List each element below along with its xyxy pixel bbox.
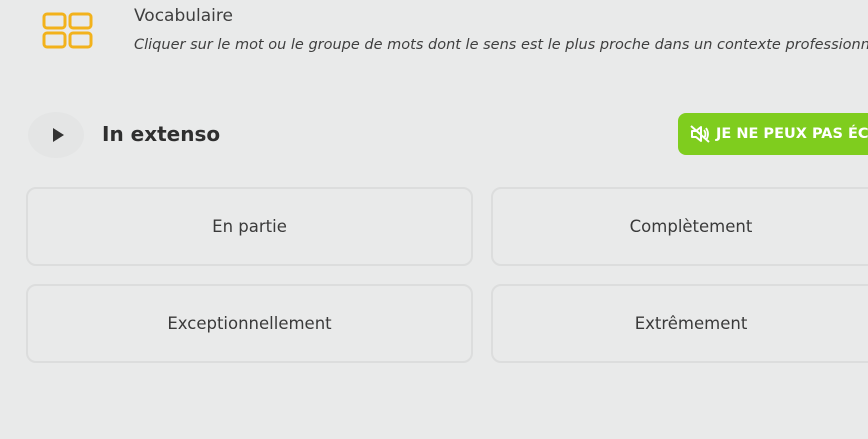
speaker-muted-icon xyxy=(690,125,710,143)
instruction-text: Cliquer sur le mot ou le groupe de mots … xyxy=(134,37,868,53)
answer-option-label: En partie xyxy=(212,217,287,236)
cant-listen-button[interactable]: JE NE PEUX PAS ÉCO xyxy=(678,113,868,155)
answer-option-label: Complètement xyxy=(629,217,753,236)
answer-option[interactable]: Extrêmement xyxy=(491,284,868,363)
answer-option[interactable]: Complètement xyxy=(491,187,868,266)
answer-option[interactable]: Exceptionnellement xyxy=(26,284,473,363)
cant-listen-label: JE NE PEUX PAS ÉCO xyxy=(716,126,868,142)
answer-option-label: Extrêmement xyxy=(634,314,748,333)
play-audio-button[interactable] xyxy=(28,112,84,158)
play-icon xyxy=(52,128,64,142)
answer-option[interactable]: En partie xyxy=(26,187,473,266)
question-word: In extenso xyxy=(102,122,221,146)
answer-option-label: Exceptionnellement xyxy=(167,314,332,333)
app-title: Vocabulaire xyxy=(134,6,233,26)
grid-cards-icon xyxy=(42,12,94,50)
